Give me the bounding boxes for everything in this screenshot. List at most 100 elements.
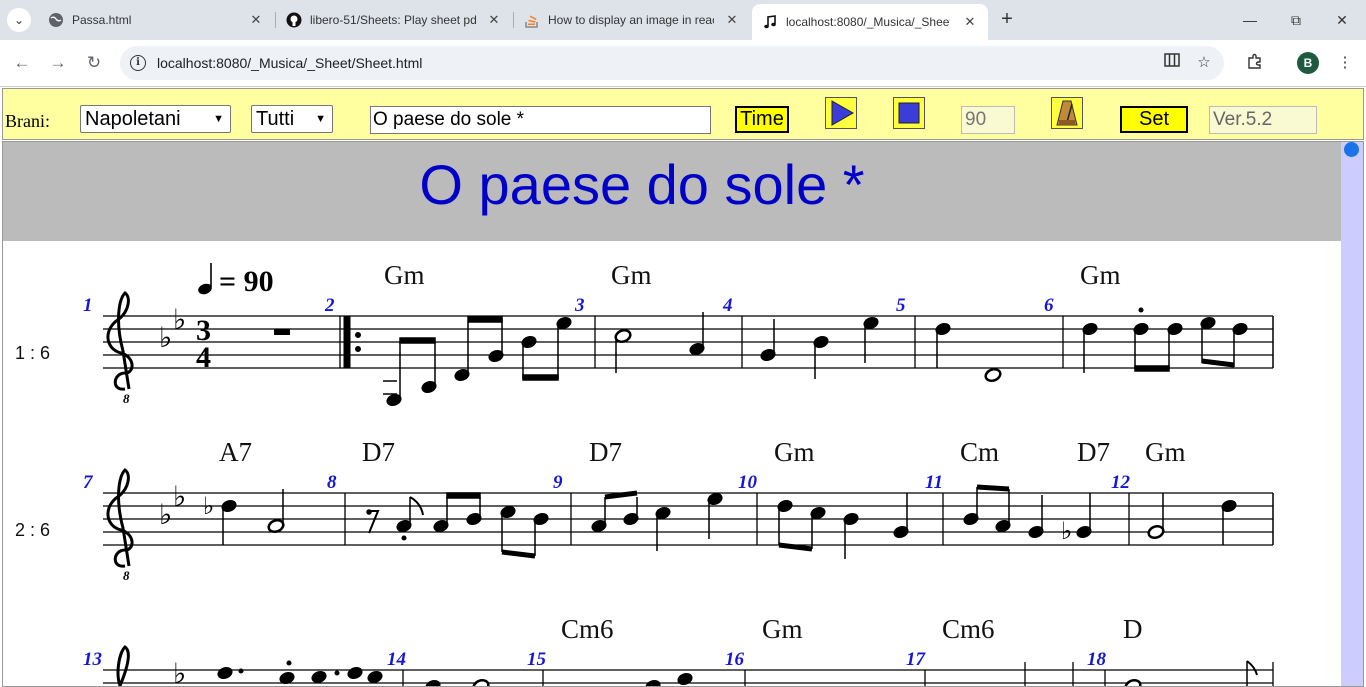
close-icon[interactable]: ✕ bbox=[962, 14, 978, 30]
measure-number: 2 bbox=[324, 295, 335, 316]
tab-localhost-active[interactable]: localhost:8080/_Musica/_Sheet/ ✕ bbox=[752, 4, 988, 40]
github-icon bbox=[286, 12, 302, 28]
profile-avatar[interactable]: B bbox=[1297, 52, 1319, 74]
measure-number: 9 bbox=[553, 472, 563, 493]
tab-search-chevron-icon[interactable]: ⌄ bbox=[7, 8, 31, 32]
tab-passa[interactable]: Passa.html ✕ bbox=[48, 6, 264, 34]
chord-symbol: Gm bbox=[774, 437, 815, 467]
close-icon[interactable]: ✕ bbox=[724, 12, 740, 28]
time-signature-bottom: 4 bbox=[196, 341, 211, 374]
site-info-icon[interactable]: i bbox=[130, 55, 146, 71]
measure-number: 7 bbox=[83, 472, 94, 493]
chord-symbol: Gm bbox=[611, 260, 652, 290]
filter-select-value: Tutti bbox=[256, 108, 295, 130]
stackoverflow-icon bbox=[524, 12, 540, 28]
svg-text:♭: ♭ bbox=[159, 498, 172, 531]
chord-symbol: Gm bbox=[1145, 437, 1186, 467]
play-icon bbox=[826, 98, 856, 128]
time-button[interactable]: Time bbox=[735, 106, 789, 133]
reload-icon[interactable]: ↻ bbox=[82, 51, 106, 75]
close-icon[interactable]: ✕ bbox=[486, 12, 502, 28]
treble-clef-icon bbox=[106, 291, 134, 391]
staff-row-3: ♭ 13 14 15 16 17 18 Cm6 Gm Cm6 D bbox=[83, 614, 1274, 686]
row-label: 1 : 6 bbox=[15, 343, 50, 363]
sheet-control-bar: Brani: Napoletani ▼ Tutti ▼ O paese do s… bbox=[2, 88, 1364, 140]
measure-number: 16 bbox=[725, 649, 745, 670]
chevron-down-icon: ▼ bbox=[315, 113, 326, 125]
menu-dots-icon[interactable]: ⋮ bbox=[1335, 53, 1355, 73]
window-close-icon[interactable]: ✕ bbox=[1322, 8, 1362, 32]
filter-select[interactable]: Tutti ▼ bbox=[251, 105, 333, 133]
chord-symbol: Cm6 bbox=[561, 614, 614, 644]
treble-clef-icon bbox=[116, 645, 130, 686]
measure-number: 17 bbox=[906, 649, 927, 670]
chord-symbol: D7 bbox=[589, 437, 622, 467]
chord-symbol: D bbox=[1123, 614, 1143, 644]
measure-number: 10 bbox=[738, 472, 758, 493]
chord-symbol: Cm bbox=[960, 437, 999, 467]
chord-symbol: Cm6 bbox=[942, 614, 995, 644]
tempo-marking: = 90 bbox=[219, 265, 274, 298]
tempo-input[interactable]: 90 bbox=[961, 106, 1015, 134]
song-title-heading: O paese do sole * bbox=[419, 153, 865, 216]
measure-number: 11 bbox=[925, 472, 943, 493]
row-label: 2 : 6 bbox=[15, 520, 50, 540]
bookmark-star-icon[interactable]: ☆ bbox=[1194, 53, 1214, 73]
divider bbox=[0, 86, 1366, 87]
svg-text:8: 8 bbox=[123, 568, 130, 583]
collection-select-value: Napoletani bbox=[85, 108, 181, 130]
vertical-scrollbar[interactable] bbox=[1341, 142, 1363, 686]
music-note-icon bbox=[762, 14, 778, 30]
close-icon[interactable]: ✕ bbox=[248, 12, 264, 28]
browser-tab-bar: ⌄ Passa.html ✕ libero-51/Sheets: Play sh… bbox=[0, 0, 1366, 40]
chord-symbol: D7 bbox=[362, 437, 395, 467]
reading-mode-icon[interactable] bbox=[1162, 53, 1182, 73]
address-bar[interactable]: i localhost:8080/_Musica/_Sheet/Sheet.ht… bbox=[120, 46, 1224, 80]
chord-symbol: Gm bbox=[1080, 260, 1121, 290]
stop-icon bbox=[894, 98, 924, 128]
svg-text:8: 8 bbox=[123, 391, 130, 406]
set-button[interactable]: Set bbox=[1120, 106, 1188, 133]
tab-github[interactable]: libero-51/Sheets: Play sheet pdf ✕ bbox=[286, 6, 502, 34]
chord-symbol: Gm bbox=[762, 614, 803, 644]
chord-symbol: Gm bbox=[384, 260, 425, 290]
stop-button[interactable] bbox=[893, 97, 925, 129]
restore-icon[interactable]: ⧉ bbox=[1276, 8, 1316, 32]
back-arrow-icon[interactable]: ← bbox=[10, 51, 34, 75]
chevron-down-icon: ▼ bbox=[213, 113, 224, 125]
treble-clef-icon bbox=[106, 468, 134, 568]
title-band: O paese do sole * bbox=[3, 142, 1341, 241]
measure-number: 15 bbox=[527, 649, 547, 670]
tab-stackoverflow[interactable]: How to display an image in react ✕ bbox=[524, 6, 740, 34]
tab-title: Passa.html bbox=[72, 13, 132, 27]
extensions-puzzle-icon[interactable] bbox=[1244, 53, 1264, 73]
chord-symbol: D7 bbox=[1077, 437, 1110, 467]
url-text[interactable]: localhost:8080/_Musica/_Sheet/Sheet.html bbox=[157, 55, 422, 71]
measure-number: 13 bbox=[83, 649, 102, 670]
staff-row-1: 1 : 6 8 ♭ ♭ 3 4 = 90 1 2 3 4 5 6 Gm Gm G… bbox=[15, 260, 1274, 407]
collection-select[interactable]: Napoletani ▼ bbox=[80, 105, 231, 133]
song-title-input[interactable]: O paese do sole * bbox=[370, 106, 711, 134]
measure-number: 1 bbox=[83, 295, 93, 316]
tab-title: How to display an image in react bbox=[548, 13, 714, 27]
metronome-button[interactable] bbox=[1051, 97, 1083, 129]
scrollbar-thumb[interactable] bbox=[1344, 142, 1359, 157]
tab-title: localhost:8080/_Musica/_Sheet/ bbox=[786, 15, 950, 29]
staff-row-2: 2 : 6 8 ♭ ♭ 7 8 9 10 11 12 A7 D7 D7 Gm C… bbox=[15, 437, 1274, 583]
measure-number: 4 bbox=[722, 295, 733, 316]
measure-number: 14 bbox=[387, 649, 406, 670]
minimize-icon[interactable]: — bbox=[1230, 8, 1270, 32]
play-button[interactable] bbox=[825, 97, 857, 129]
version-field: Ver.5.2 bbox=[1209, 106, 1317, 134]
measure-number: 18 bbox=[1087, 649, 1107, 670]
forward-arrow-icon[interactable]: → bbox=[46, 51, 70, 75]
svg-text:♭: ♭ bbox=[1061, 517, 1072, 545]
browser-toolbar: ← → ↻ i localhost:8080/_Musica/_Sheet/Sh… bbox=[0, 40, 1366, 86]
measure-number: 3 bbox=[574, 295, 585, 316]
svg-text:♭: ♭ bbox=[203, 492, 214, 520]
score-svg: 1 : 6 8 ♭ ♭ 3 4 = 90 1 2 3 4 5 6 Gm Gm G… bbox=[15, 260, 1274, 686]
sheet-music-panel: O paese do sole * 1 : 6 8 ♭ ♭ 3 4 = 90 1… bbox=[2, 141, 1364, 687]
new-tab-plus-icon[interactable]: + bbox=[996, 9, 1018, 31]
svg-text:♭: ♭ bbox=[173, 480, 186, 513]
measure-number: 5 bbox=[896, 295, 906, 316]
